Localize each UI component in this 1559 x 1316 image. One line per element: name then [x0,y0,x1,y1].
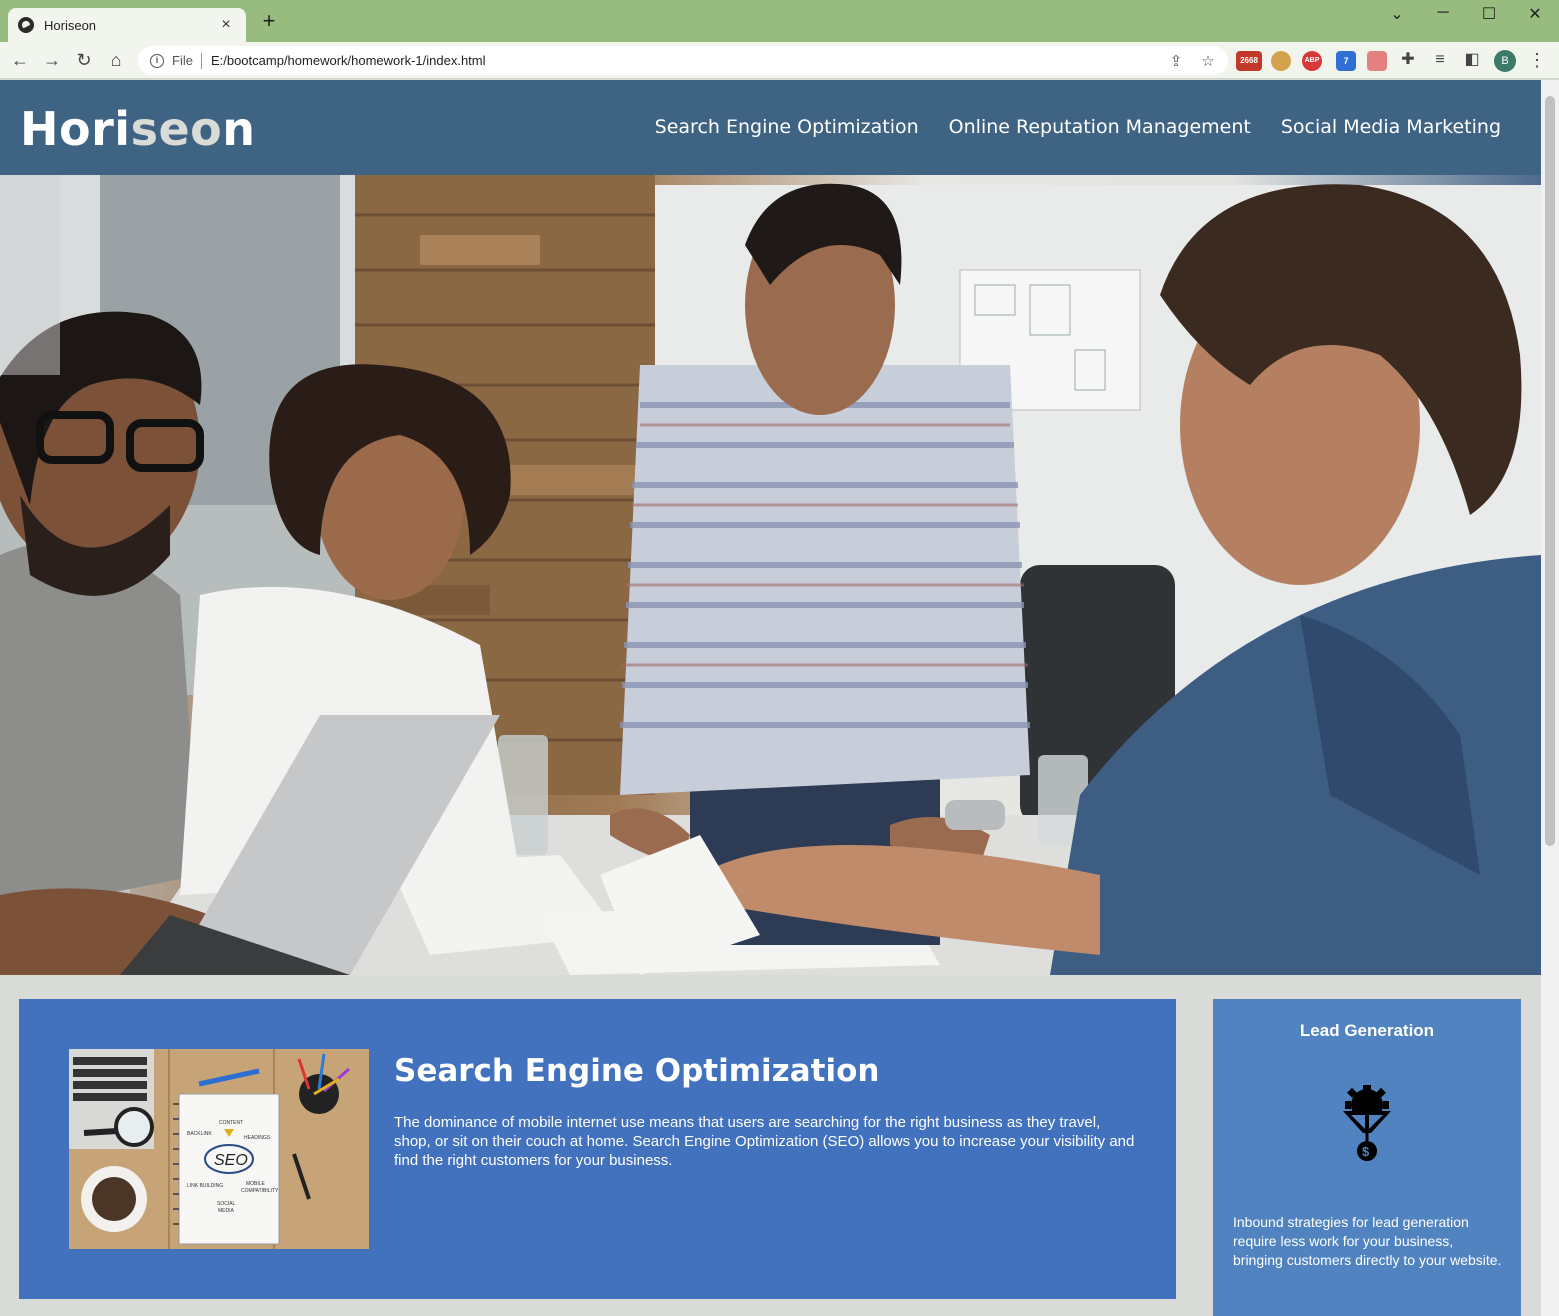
share-icon[interactable]: ⇪ [1164,52,1188,70]
logo-text-start: Hori [20,102,131,156]
browser-tab-strip: Horiseon × + ⌄ ─ ☐ ✕ [0,0,1559,42]
home-icon[interactable]: ⌂ [104,48,128,72]
browser-toolbar: ← → ↻ ⌂ i File E:/bootcamp/homework/home… [0,42,1559,79]
nav-link-seo[interactable]: Search Engine Optimization [655,116,919,138]
page-viewport: Horiseon Search Engine Optimization Onli… [0,80,1541,1316]
hero-photo-illustration [0,175,1541,975]
logo-text-end: n [222,102,256,156]
site-header: Horiseon Search Engine Optimization Onli… [0,80,1541,175]
nav-link-social[interactable]: Social Media Marketing [1281,116,1501,138]
forward-arrow-icon[interactable]: → [40,48,64,72]
nav-link-reputation[interactable]: Online Reputation Management [949,116,1251,138]
seo-image-word: MOBILE [246,1181,266,1187]
seo-image-word: SOCIAL [217,1201,236,1207]
seo-paragraph: The dominance of mobile internet use mea… [394,1114,1135,1169]
seo-image-word: HEADINGS [244,1135,271,1141]
seo-image-word: SEO [214,1152,248,1169]
address-divider [200,52,202,69]
new-tab-button[interactable]: + [258,10,280,32]
lead-generation-heading: Lead Generation [1299,1021,1435,1040]
browser-tab[interactable]: Horiseon × [8,8,246,42]
recorder-extension-icon[interactable] [1367,51,1387,71]
lead-generation-card: Lead Generation $ Inbound strategies for… [1213,999,1521,1316]
side-panel-icon[interactable]: ◧ [1460,48,1484,72]
window-close-button[interactable]: ✕ [1523,4,1547,24]
reload-icon[interactable]: ↻ [72,48,96,72]
profile-avatar[interactable]: B [1494,50,1516,72]
seo-image-word: LINK BUILDING [187,1183,223,1189]
extensions-puzzle-icon[interactable]: ✚ [1396,48,1420,72]
tab-close-icon[interactable]: × [216,16,236,34]
cookie-extension-icon[interactable] [1271,51,1291,71]
tab-title: Horiseon [44,17,97,33]
site-logo[interactable]: Horiseon [20,102,256,156]
address-bar[interactable]: i File E:/bootcamp/homework/homework-1/i… [138,46,1228,75]
adblock-extension-icon[interactable]: ABP [1302,51,1322,71]
window-maximize-button[interactable]: ☐ [1477,4,1501,24]
gmail-extension-icon[interactable]: 2668 [1236,51,1262,71]
page-scrollbar[interactable] [1541,80,1559,1316]
main-nav: Search Engine Optimization Online Reputa… [655,116,1501,138]
window-minimize-button[interactable]: ─ [1431,4,1455,22]
seo-heading: Search Engine Optimization [394,1053,880,1089]
page-favicon-icon [18,17,34,33]
cast-extension-icon[interactable]: 7 [1336,51,1356,71]
tab-search-chevron-icon[interactable]: ⌄ [1385,4,1409,24]
hero-image [0,175,1541,975]
seo-image: SEO CONTENT BACKLINK HEADINGS LINK BUILD… [69,1049,369,1249]
bookmark-star-icon[interactable]: ☆ [1196,52,1220,70]
seo-notebook-illustration: SEO CONTENT BACKLINK HEADINGS LINK BUILD… [69,1049,369,1249]
logo-text-seo: seo [130,102,223,156]
back-arrow-icon[interactable]: ← [8,48,32,72]
seo-image-word: CONTENT [219,1120,243,1126]
site-info-icon[interactable]: i [150,53,164,68]
address-scheme-label: File [172,53,193,68]
seo-image-word: COMPATIBILITY [241,1188,279,1194]
seo-image-word: BACKLINK [187,1131,212,1137]
lead-generation-paragraph: Inbound strategies for lead generation r… [1233,1214,1502,1268]
seo-section: SEO CONTENT BACKLINK HEADINGS LINK BUILD… [19,999,1176,1299]
browser-menu-icon[interactable]: ⋮ [1525,48,1549,72]
gear-funnel-dollar-icon: $ [1343,1085,1391,1161]
reading-list-icon[interactable]: ≡ [1428,48,1452,72]
seo-image-word: MEDIA [218,1208,235,1214]
scrollbar-thumb[interactable] [1545,96,1555,846]
lead-generation-icon: $ [1341,1085,1393,1172]
svg-text:$: $ [1362,1144,1370,1159]
address-url[interactable]: E:/bootcamp/homework/homework-1/index.ht… [211,53,1164,68]
